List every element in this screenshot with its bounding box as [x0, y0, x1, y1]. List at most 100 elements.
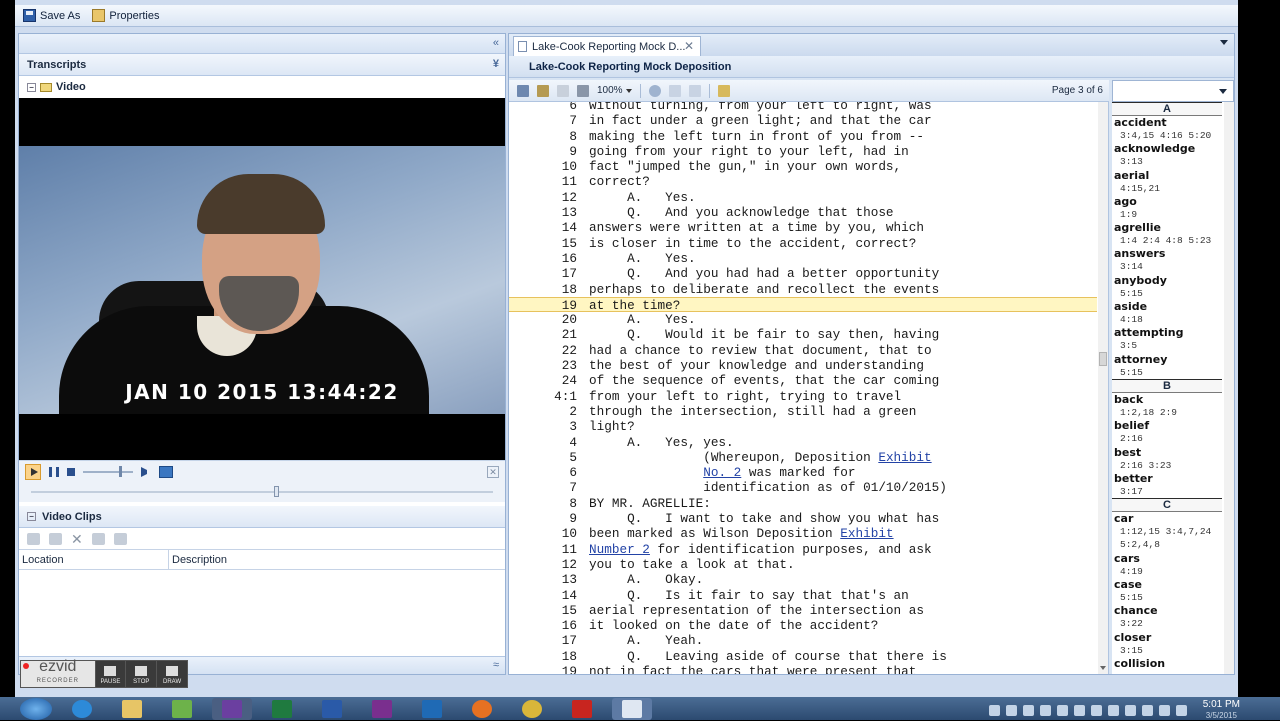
index-term[interactable]: attempting: [1112, 326, 1222, 339]
transcript-line[interactable]: 11 correct?: [509, 174, 1097, 189]
index-references[interactable]: 1:9: [1112, 208, 1222, 221]
tab-list-dropdown-icon[interactable]: [1220, 40, 1228, 45]
clock[interactable]: 5:01 PM 3/5/2015: [1203, 699, 1240, 721]
index-term[interactable]: accident: [1112, 116, 1222, 129]
transcript-line[interactable]: 14 answers were written at a time by you,…: [509, 220, 1097, 235]
stop-button[interactable]: [67, 467, 75, 476]
transcript-line[interactable]: 20 A. Yes.: [509, 312, 1097, 327]
tree-node-video[interactable]: − Video: [19, 76, 505, 98]
transcript-line[interactable]: 13 A. Okay.: [509, 572, 1097, 587]
transcript-line[interactable]: 2 through the intersection, still had a g…: [509, 404, 1097, 419]
firefox-taskbar-icon[interactable]: [462, 698, 502, 720]
transcript-line[interactable]: 8 BY MR. AGRELLIE:: [509, 496, 1097, 511]
index-term[interactable]: anybody: [1112, 274, 1222, 287]
index-references[interactable]: 3:17: [1112, 485, 1222, 498]
transcript-line[interactable]: 7 identification as of 01/10/2015): [509, 480, 1097, 495]
seek-thumb[interactable]: [274, 486, 279, 497]
index-references[interactable]: 3:15: [1112, 644, 1222, 657]
explorer-taskbar-icon[interactable]: [112, 698, 152, 720]
transcript-line[interactable]: 6 without turning, from your left to righ…: [509, 102, 1097, 113]
exhibit-link[interactable]: Number 2: [589, 542, 650, 557]
transcript-line[interactable]: 11 Number 2 for identification purposes, …: [509, 542, 1097, 557]
index-term[interactable]: acknowledge: [1112, 142, 1222, 155]
transcript-line[interactable]: 5 (Whereupon, Deposition Exhibit: [509, 450, 1097, 465]
page-icon[interactable]: [557, 84, 569, 97]
transcript-line[interactable]: 18 perhaps to deliberate and recollect th…: [509, 282, 1097, 297]
chrome-taskbar-icon[interactable]: [512, 698, 552, 720]
transcript-line[interactable]: 19 at the time?: [509, 296, 1097, 313]
transcript-line[interactable]: 15 is closer in time to the accident, cor…: [509, 236, 1097, 251]
transcript-line[interactable]: 13 Q. And you acknowledge that those: [509, 205, 1097, 220]
word-taskbar-icon[interactable]: [312, 698, 352, 720]
transcript-line[interactable]: 16 it looked on the date of the accident?: [509, 618, 1097, 633]
tray-icon[interactable]: [1073, 704, 1085, 716]
index-references[interactable]: 1:12,15 3:4,7,24: [1112, 525, 1222, 538]
index-term[interactable]: closer: [1112, 631, 1222, 644]
tray-icon[interactable]: [1090, 704, 1102, 716]
index-term[interactable]: chance: [1112, 604, 1222, 617]
excel-taskbar-icon[interactable]: [262, 698, 302, 720]
volume-icon[interactable]: [1175, 704, 1187, 716]
seek-track[interactable]: [31, 491, 493, 493]
properties-doc-icon[interactable]: [537, 84, 549, 97]
index-term[interactable]: ago: [1112, 195, 1222, 208]
outlook-taskbar-icon[interactable]: [412, 698, 452, 720]
tray-icon[interactable]: [1022, 704, 1034, 716]
properties-button[interactable]: Properties: [92, 9, 160, 22]
index-references[interactable]: 4:19: [1112, 565, 1222, 578]
collapse-clips-icon[interactable]: −: [27, 512, 36, 521]
document-tab[interactable]: Lake-Cook Reporting Mock D... ✕: [513, 36, 701, 56]
index-references[interactable]: 3:22: [1112, 617, 1222, 630]
transcript-scrollbar[interactable]: [1098, 102, 1108, 674]
exhibit-link[interactable]: Exhibit: [840, 526, 893, 541]
play-clip-icon[interactable]: [91, 532, 105, 545]
transcript-line[interactable]: 4 A. Yes, yes.: [509, 435, 1097, 450]
collapse-transcripts-icon[interactable]: ¥: [493, 58, 499, 70]
volume-thumb[interactable]: [119, 465, 122, 477]
index-references[interactable]: 2:16 3:23: [1112, 459, 1222, 472]
index-references[interactable]: 4:15,21: [1112, 182, 1222, 195]
tray-icon[interactable]: [1124, 704, 1136, 716]
transcript-line[interactable]: 7 in fact under a green light; and that t…: [509, 113, 1097, 128]
index-references[interactable]: 3:4,15 4:16 5:20: [1112, 129, 1222, 142]
index-term[interactable]: case: [1112, 578, 1222, 591]
fullscreen-icon[interactable]: [159, 465, 173, 478]
index-references[interactable]: 5:15: [1112, 591, 1222, 604]
ezvid-stop-button[interactable]: STOP: [125, 661, 156, 687]
index-scrollbar[interactable]: [1224, 102, 1234, 674]
index-references[interactable]: 2:16: [1112, 432, 1222, 445]
index-select[interactable]: [1112, 80, 1234, 102]
word-index[interactable]: Aaccident 3:4,15 4:16 5:20 acknowledge 3:13…: [1112, 102, 1234, 674]
transcript-line[interactable]: 16 A. Yes.: [509, 251, 1097, 266]
start-button[interactable]: [20, 697, 52, 720]
search-icon[interactable]: [648, 84, 661, 97]
transcript-line[interactable]: 17 A. Yeah.: [509, 633, 1097, 648]
index-term[interactable]: belief: [1112, 419, 1222, 432]
column-location[interactable]: Location: [19, 550, 169, 569]
transcript-line[interactable]: 10 been marked as Wilson Deposition Exhib…: [509, 526, 1097, 541]
save-as-button[interactable]: Save As: [23, 9, 80, 22]
add-clip-icon[interactable]: [27, 532, 40, 545]
index-references[interactable]: 5:2,4,8: [1112, 538, 1222, 551]
case-viewer-taskbar-icon[interactable]: [612, 697, 652, 720]
visual-studio-taskbar-icon[interactable]: [212, 697, 252, 720]
index-term[interactable]: attorney: [1112, 353, 1222, 366]
close-player-icon[interactable]: ✕: [487, 466, 499, 478]
transcript-view[interactable]: 6 without turning, from your left to righ…: [509, 102, 1109, 674]
play-button[interactable]: [25, 463, 41, 480]
index-references[interactable]: 1:2,18 2:9: [1112, 406, 1222, 419]
index-term[interactable]: back: [1112, 393, 1222, 406]
scroll-down-icon[interactable]: [1100, 666, 1106, 670]
acrobat-taskbar-icon[interactable]: [562, 698, 602, 720]
transcript-line[interactable]: 24 of the sequence of events, that the ca…: [509, 373, 1097, 388]
index-references[interactable]: 3:5: [1112, 339, 1222, 352]
tray-icon[interactable]: [1005, 704, 1017, 716]
transcript-line[interactable]: 4:1 from your left to right, trying to tr…: [509, 389, 1097, 404]
transcript-line[interactable]: 15 aerial representation of the intersect…: [509, 603, 1097, 618]
transcript-line[interactable]: 6 No. 2 was marked for: [509, 465, 1097, 480]
transcripts-header[interactable]: Transcripts ¥: [19, 54, 505, 76]
delete-clip-icon[interactable]: ✕: [71, 532, 83, 546]
index-term[interactable]: cars: [1112, 552, 1222, 565]
transcript-line[interactable]: 17 Q. And you had had a better opportuni…: [509, 266, 1097, 281]
transcript-line[interactable]: 19 not in fact the cars that were present…: [509, 664, 1097, 674]
